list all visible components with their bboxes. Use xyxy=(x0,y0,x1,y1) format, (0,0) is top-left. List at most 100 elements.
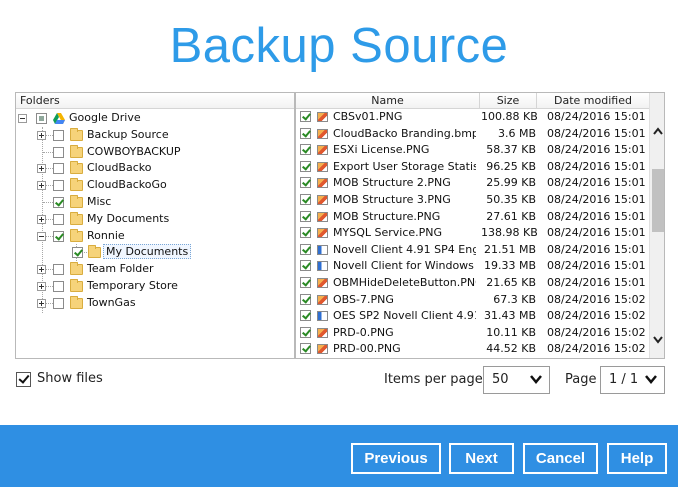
file-row[interactable]: CBSv01.PNG 100.88 KB 08/24/2016 15:01 xyxy=(296,109,649,126)
tree-checkbox[interactable] xyxy=(53,297,64,309)
file-row[interactable]: ESXi License.PNG 58.37 KB 08/24/2016 15:01 xyxy=(296,142,649,159)
file-checkbox[interactable] xyxy=(300,127,311,139)
tree-checkbox[interactable] xyxy=(36,113,47,124)
file-date-modified: 08/24/2016 15:02 xyxy=(547,342,646,356)
tree-item-ronnie-my-documents[interactable]: My Documents xyxy=(16,244,294,261)
tree-item-google-drive[interactable]: Google Drive xyxy=(16,110,294,127)
next-button[interactable]: Next xyxy=(449,443,514,474)
file-checkbox[interactable] xyxy=(300,194,311,205)
file-size: 96.25 KB xyxy=(486,159,536,173)
help-button[interactable]: Help xyxy=(607,443,667,474)
tree-checkbox[interactable] xyxy=(72,247,83,259)
column-header-date[interactable]: Date modified xyxy=(537,93,649,109)
tree-item-label: Backup Source xyxy=(87,127,169,141)
scroll-up-icon[interactable] xyxy=(653,127,663,137)
file-row[interactable]: MOB Structure.PNG 27.61 KB 08/24/2016 15:0… xyxy=(296,209,649,226)
file-row[interactable]: MOB Structure 2.PNG 25.99 KB 08/24/2016 15… xyxy=(296,175,649,192)
tree-item-my-documents[interactable]: My Documents xyxy=(16,211,294,228)
file-date-modified: 08/24/2016 15:01 xyxy=(547,193,646,206)
tree-checkbox[interactable] xyxy=(53,146,64,158)
tree-item-temporary-store[interactable]: Temporary Store xyxy=(16,278,294,295)
image-icon xyxy=(317,195,328,205)
previous-button[interactable]: Previous xyxy=(351,443,441,474)
file-row[interactable]: Novell Client for Windows ... 19.33 MB 08/… xyxy=(296,258,649,275)
tree-item-label: COWBOYBACKUP xyxy=(87,144,181,158)
tree-checkbox[interactable] xyxy=(53,264,64,276)
tree-item-ronnie[interactable]: Ronnie xyxy=(16,228,294,245)
folder-icon xyxy=(70,262,83,276)
tree-item-label: My Documents xyxy=(87,211,170,225)
file-row[interactable]: OBS-7.PNG 67.3 KB 08/24/2016 15:02 xyxy=(296,292,649,309)
file-checkbox[interactable] xyxy=(300,343,311,355)
expand-icon[interactable] xyxy=(37,130,46,140)
file-size: 31.43 MB xyxy=(483,309,536,323)
tree-checkbox[interactable] xyxy=(53,281,64,292)
tree-checkbox[interactable] xyxy=(53,213,64,225)
file-row[interactable]: Novell Client 4.91 SP4 Eng... 21.51 MB 08/… xyxy=(296,242,649,259)
file-checkbox[interactable] xyxy=(300,227,311,239)
file-name: ESXi License.PNG xyxy=(333,143,430,157)
expand-icon[interactable] xyxy=(37,298,46,308)
page-title: Backup Source xyxy=(169,19,509,73)
tree-checkbox[interactable] xyxy=(53,230,64,242)
expand-icon[interactable] xyxy=(37,214,46,224)
file-checkbox[interactable] xyxy=(300,160,311,172)
collapse-icon[interactable] xyxy=(18,114,27,123)
tree-checkbox[interactable] xyxy=(53,129,64,141)
scroll-down-icon[interactable] xyxy=(653,336,663,346)
file-row[interactable]: Export User Storage Statis... 96.25 KB 08/… xyxy=(296,159,649,176)
expand-icon[interactable] xyxy=(37,164,46,174)
tree-item-label: Temporary Store xyxy=(87,279,178,292)
tree-item-misc[interactable]: Misc xyxy=(16,194,294,211)
file-checkbox[interactable] xyxy=(300,293,311,305)
file-date-modified: 08/24/2016 15:01 xyxy=(547,242,646,256)
file-checkbox[interactable] xyxy=(300,310,311,322)
file-checkbox[interactable] xyxy=(300,260,311,272)
column-header-name[interactable]: Name xyxy=(296,93,480,109)
file-row[interactable]: PRD-00.PNG 44.52 KB 08/24/2016 15:02 xyxy=(296,341,649,358)
file-size: 44.52 KB xyxy=(486,342,536,356)
file-row[interactable]: OES SP2 Novell Client 4.91... 31.43 MB 08/… xyxy=(296,308,649,325)
file-row[interactable]: CloudBacko Branding.bmp 3.6 MB 08/24/2016 … xyxy=(296,126,649,143)
collapse-icon[interactable] xyxy=(37,231,46,241)
file-checkbox[interactable] xyxy=(300,326,311,338)
tree-item-backup-source[interactable]: Backup Source xyxy=(16,127,294,144)
chevron-down-icon xyxy=(645,375,657,384)
executable-icon xyxy=(317,311,328,322)
file-size: 21.51 MB xyxy=(483,242,536,256)
chevron-down-icon xyxy=(530,375,542,384)
file-size: 10.11 KB xyxy=(486,325,536,339)
checkbox-checked-icon[interactable] xyxy=(16,372,31,387)
items-per-page-select[interactable]: 50 xyxy=(483,366,550,394)
file-list-scrollbar[interactable] xyxy=(649,93,664,358)
file-checkbox[interactable] xyxy=(300,144,311,156)
column-header-size[interactable]: Size xyxy=(480,93,537,109)
expand-icon[interactable] xyxy=(37,282,46,291)
expand-icon[interactable] xyxy=(37,265,46,275)
file-checkbox[interactable] xyxy=(300,177,311,189)
tree-item-cloudbacko[interactable]: CloudBacko xyxy=(16,160,294,177)
page-select[interactable]: 1 / 1 xyxy=(600,366,665,394)
scroll-thumb[interactable] xyxy=(652,169,664,232)
tree-checkbox[interactable] xyxy=(53,197,64,208)
tree-item-cloudbackogo[interactable]: CloudBackoGo xyxy=(16,177,294,194)
tree-checkbox[interactable] xyxy=(53,163,64,175)
expand-icon[interactable] xyxy=(37,181,46,191)
tree-item-towngas[interactable]: TownGas xyxy=(16,295,294,312)
file-checkbox[interactable] xyxy=(300,111,311,122)
file-row[interactable]: MOB Structure 3.PNG 50.35 KB 08/24/2016 15… xyxy=(296,192,649,209)
image-icon xyxy=(317,161,328,172)
tree-checkbox[interactable] xyxy=(53,180,64,192)
folder-icon xyxy=(70,127,83,141)
tree-item-cowboybackup[interactable]: COWBOYBACKUP xyxy=(16,144,294,161)
cancel-button[interactable]: Cancel xyxy=(523,443,598,474)
folder-icon xyxy=(70,279,83,292)
file-row[interactable]: OBMHideDeleteButton.PNG 21.65 KB 08/24/201… xyxy=(296,275,649,292)
tree-item-team-folder[interactable]: Team Folder xyxy=(16,261,294,278)
file-checkbox[interactable] xyxy=(300,243,311,255)
file-checkbox[interactable] xyxy=(300,210,311,222)
file-row[interactable]: PRD-0.PNG 10.11 KB 08/24/2016 15:02 xyxy=(296,325,649,342)
file-size: 3.6 MB xyxy=(497,126,536,140)
file-checkbox[interactable] xyxy=(300,277,311,288)
file-row[interactable]: MYSQL Service.PNG 138.98 KB 08/24/2016 15:… xyxy=(296,225,649,242)
